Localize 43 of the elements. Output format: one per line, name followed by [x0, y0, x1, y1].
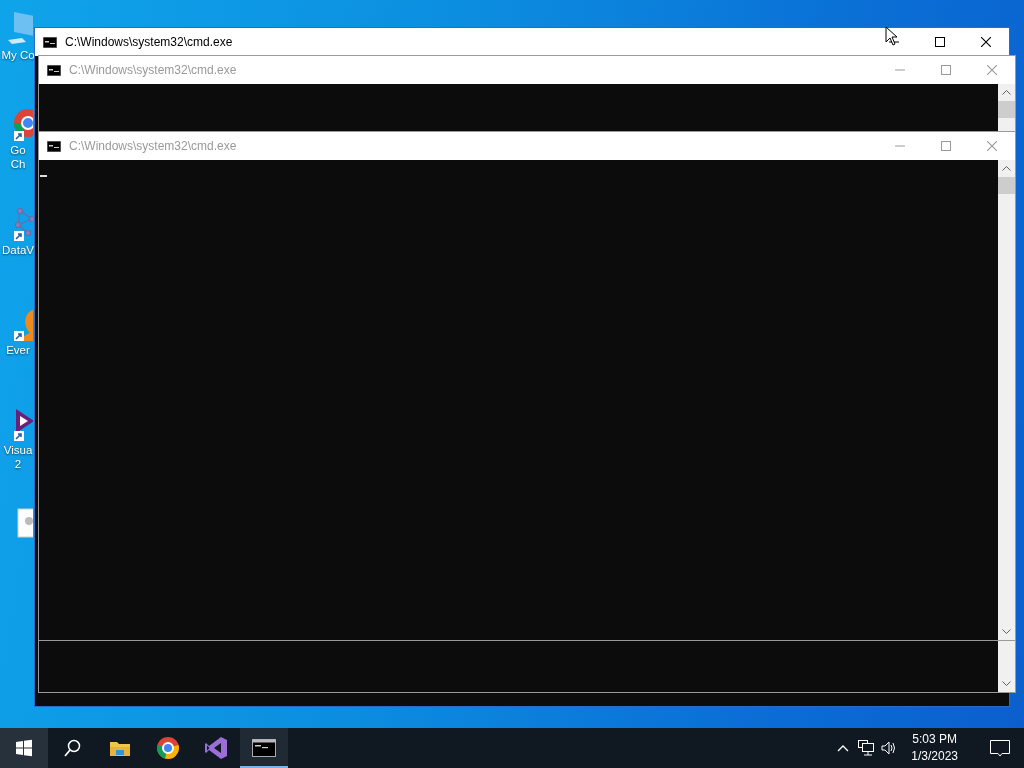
console-icon — [43, 36, 57, 48]
icon-label: Ch — [10, 157, 26, 171]
scroll-down-button[interactable] — [998, 675, 1015, 692]
clock-time: 5:03 PM — [911, 731, 958, 748]
chevron-down-icon — [1002, 629, 1011, 634]
console-icon — [252, 739, 276, 757]
icon-label: Ever — [6, 343, 30, 357]
scroll-thumb[interactable] — [998, 177, 1015, 194]
windows-logo-icon — [14, 738, 34, 758]
close-icon — [987, 141, 997, 151]
maximize-icon — [941, 141, 951, 151]
window-title: C:\Windows\system32\cmd.exe — [69, 138, 237, 155]
window-title: C:\Windows\system32\cmd.exe — [69, 62, 237, 79]
search-icon — [63, 739, 81, 757]
scrollbar[interactable] — [998, 84, 1015, 131]
taskbar-app[interactable] — [240, 728, 288, 768]
icon-label: Go — [10, 143, 26, 157]
chevron-up-icon — [1002, 166, 1011, 171]
speaker-icon — [881, 740, 898, 756]
close-icon — [981, 37, 991, 47]
clock[interactable]: 5:03 PM 1/3/2023 — [901, 731, 968, 765]
scroll-thumb[interactable] — [998, 101, 1015, 118]
console-icon — [47, 64, 61, 76]
close-icon — [987, 65, 997, 75]
icon-label: My Co — [1, 48, 35, 62]
console-icon — [47, 140, 61, 152]
icon-label: 2 — [14, 457, 22, 471]
chrome-icon — [156, 736, 180, 760]
chevron-down-icon — [1002, 681, 1011, 686]
scroll-down-button[interactable] — [998, 623, 1015, 640]
icon-label: DataV — [2, 243, 34, 257]
network-icon — [858, 740, 875, 756]
clock-date: 1/3/2023 — [911, 748, 958, 765]
chevron-up-icon — [837, 744, 850, 752]
speech-bubble-icon — [990, 739, 1010, 757]
maximize-icon — [935, 37, 945, 47]
start-button[interactable] — [0, 728, 48, 768]
window-title: C:\Windows\system32\cmd.exe — [65, 34, 233, 51]
chevron-up-icon — [1002, 90, 1011, 95]
scrollbar[interactable] — [998, 160, 1015, 623]
icon-label: Visua — [3, 443, 33, 457]
maximize-icon — [941, 65, 951, 75]
visual-studio-icon — [204, 736, 228, 760]
